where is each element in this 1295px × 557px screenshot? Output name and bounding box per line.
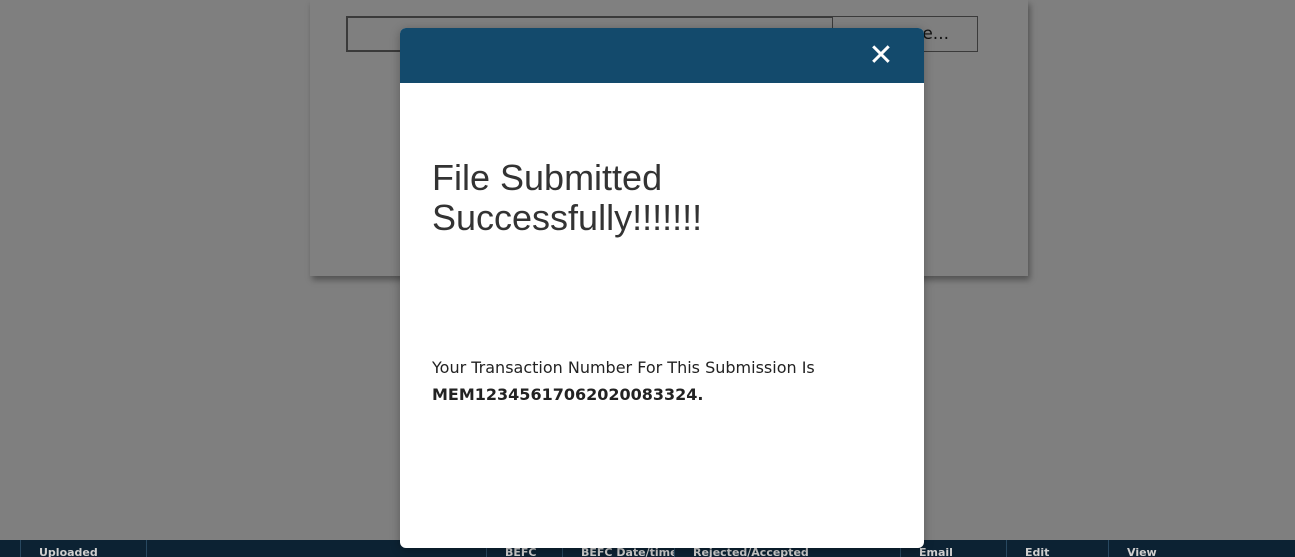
transaction-number: MEM12345617062020083324. xyxy=(432,385,704,404)
column-header-uploaded: Uploaded xyxy=(20,540,146,557)
modal-title: File Submitted Successfully!!!!!!! xyxy=(432,157,703,238)
modal-message: Your Transaction Number For This Submiss… xyxy=(432,354,832,408)
modal-header: ✕ xyxy=(400,28,924,83)
column-header-view: View xyxy=(1108,540,1276,557)
close-icon[interactable]: ✕ xyxy=(861,38,901,74)
submission-success-modal: ✕ File Submitted Successfully!!!!!!! You… xyxy=(400,28,924,548)
column-header-edit: Edit xyxy=(1006,540,1108,557)
message-text: Your Transaction Number For This Submiss… xyxy=(432,358,815,377)
